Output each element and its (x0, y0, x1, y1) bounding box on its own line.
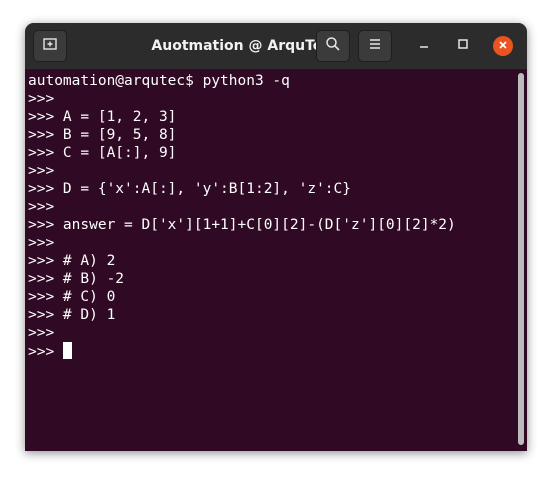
close-icon (498, 37, 508, 55)
terminal-line: >>> (28, 325, 55, 341)
terminal-line: >>> answer = D['x'][1+1]+C[0][2]-(D['z']… (28, 217, 456, 233)
search-button[interactable] (316, 30, 350, 62)
title-bar[interactable]: Auotmation @ ArquTec (25, 23, 527, 70)
terminal-line: >>> B = [9, 5, 8] (28, 127, 177, 143)
terminal-line: >>> # C) 0 (28, 289, 116, 305)
terminal-line: >>> (28, 91, 55, 107)
terminal-line: >>> # A) 2 (28, 253, 116, 269)
menu-button[interactable] (358, 30, 392, 62)
terminal-input-line[interactable]: >>> (28, 342, 456, 360)
terminal-line: >>> (28, 199, 55, 215)
terminal-line: >>> C = [A[:], 9] (28, 145, 177, 161)
terminal-line: >>> D = {'x':A[:], 'y':B[1:2], 'z':C} (28, 181, 352, 197)
terminal-line: automation@arqutec$ python3 -q (28, 73, 290, 89)
terminal-line: >>> (28, 235, 55, 251)
maximize-icon (457, 37, 469, 55)
vertical-scrollbar[interactable] (518, 73, 524, 445)
new-tab-icon (42, 36, 58, 57)
new-tab-button[interactable] (33, 30, 67, 62)
terminal-output-area[interactable]: automation@arqutec$ python3 -q >>> >>> A… (25, 70, 527, 451)
terminal-lines: automation@arqutec$ python3 -q >>> >>> A… (28, 72, 456, 360)
terminal-line: >>> # D) 1 (28, 307, 116, 323)
minimize-button[interactable] (414, 36, 434, 56)
minimize-icon (418, 37, 430, 55)
maximize-button[interactable] (453, 36, 473, 56)
terminal-line: >>> A = [1, 2, 3] (28, 109, 177, 125)
terminal-prompt: >>> (28, 344, 63, 360)
terminal-line: >>> # B) -2 (28, 271, 125, 287)
search-icon (325, 36, 341, 57)
terminal-window: Auotmation @ ArquTec automation@arqutec$… (25, 23, 527, 451)
close-button[interactable] (493, 36, 513, 56)
terminal-cursor (62, 342, 72, 359)
hamburger-menu-icon (368, 37, 382, 56)
terminal-line: >>> (28, 163, 55, 179)
